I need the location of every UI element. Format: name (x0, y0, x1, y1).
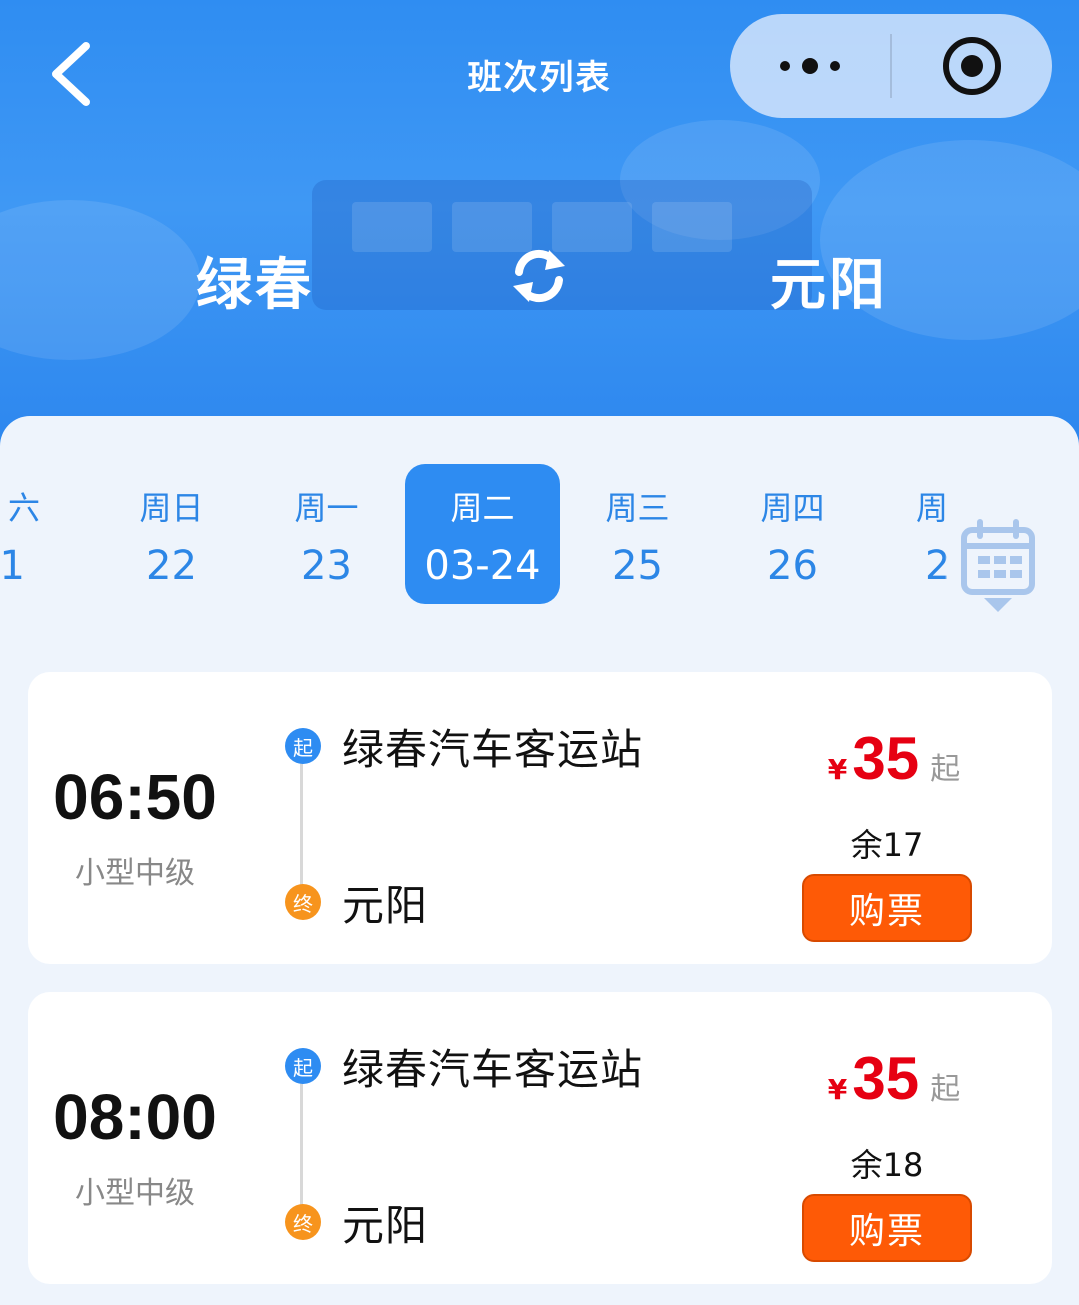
seats-remaining: 余18 (850, 1146, 924, 1184)
ticket-price: ¥ 35 起 (814, 724, 974, 793)
departure-time: 08:00 (53, 1081, 217, 1153)
close-miniprogram-button[interactable] (892, 14, 1052, 118)
buy-ticket-button[interactable]: 购票 (802, 1194, 972, 1262)
currency-symbol: ¥ (827, 1073, 848, 1106)
seats-remaining: 余17 (850, 826, 924, 864)
buy-ticket-button[interactable]: 购票 (802, 874, 972, 942)
more-dots-icon (780, 58, 840, 74)
price-suffix: 起 (930, 1072, 961, 1107)
date-day: 22 (146, 543, 197, 589)
departure-time: 06:50 (53, 761, 217, 833)
date-weekday: 周一 (294, 489, 359, 527)
route-line (300, 1064, 303, 1224)
calendar-button[interactable] (945, 516, 1050, 616)
ticket-price: ¥ 35 起 (814, 1044, 974, 1113)
swap-refresh-icon (513, 249, 565, 303)
date-weekday: 周三 (605, 489, 670, 527)
target-close-icon (943, 37, 1001, 95)
date-weekday: 周四 (760, 489, 825, 527)
end-badge: 终 (285, 1204, 321, 1240)
departure-station: 绿春汽车客运站 (342, 1045, 644, 1094)
date-item[interactable]: 周一 23 (249, 464, 404, 604)
date-day: 23 (301, 543, 352, 589)
date-item-selected[interactable]: 周二 03-24 (405, 464, 560, 604)
bus-type: 小型中级 (75, 1176, 195, 1211)
calendar-icon (960, 519, 1035, 612)
more-button[interactable] (730, 14, 890, 118)
date-day: 26 (767, 543, 818, 589)
swap-route-button[interactable] (505, 240, 573, 312)
price-value: 35 (852, 725, 920, 792)
trip-card[interactable]: 08:00 小型中级 起 终 绿春汽车客运站 元阳 ¥ 35 起 余18 购票 (28, 992, 1052, 1284)
date-selector: 六 1 周日 22 周一 23 周二 03-24 周三 25 周四 26 周 2 (0, 456, 1079, 616)
arrival-station: 元阳 (342, 1201, 429, 1250)
date-item[interactable]: 周日 22 (94, 464, 249, 604)
header-banner: 班次列表 绿春 元阳 (0, 0, 1079, 460)
date-item[interactable]: 六 1 (0, 464, 60, 604)
trip-card[interactable]: 06:50 小型中级 起 终 绿春汽车客运站 元阳 ¥ 35 起 余17 购票 (28, 672, 1052, 964)
date-day: 25 (612, 543, 663, 589)
price-value: 35 (852, 1045, 920, 1112)
departure-station: 绿春汽车客运站 (342, 725, 644, 774)
date-day: 03-24 (424, 543, 541, 589)
background-cloud (0, 200, 200, 360)
arrival-city[interactable]: 元阳 (770, 240, 888, 321)
arrival-station: 元阳 (342, 881, 429, 930)
start-badge: 起 (285, 728, 321, 764)
date-item[interactable]: 周三 25 (560, 464, 715, 604)
currency-symbol: ¥ (827, 753, 848, 786)
date-weekday: 周二 (450, 489, 515, 527)
route-line (300, 744, 303, 904)
start-badge: 起 (285, 1048, 321, 1084)
date-weekday: 周日 (139, 489, 204, 527)
price-suffix: 起 (930, 752, 961, 787)
mini-program-capsule (730, 14, 1052, 118)
end-badge: 终 (285, 884, 321, 920)
departure-city[interactable]: 绿春 (196, 240, 314, 321)
bus-type: 小型中级 (75, 856, 195, 891)
date-item[interactable]: 周四 26 (715, 464, 870, 604)
